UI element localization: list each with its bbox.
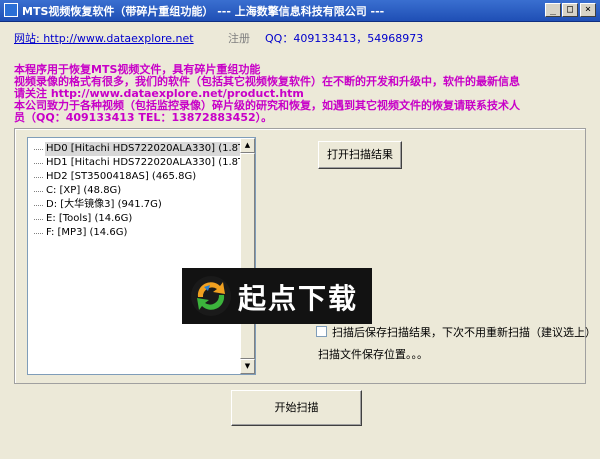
- open-scan-result-button[interactable]: 打开扫描结果: [318, 141, 402, 169]
- tree-item-hd1[interactable]: HD1 [Hitachi HDS722020ALA330] (1.8T): [28, 156, 248, 170]
- tree-connector: [34, 205, 43, 206]
- tree-item-f[interactable]: F: [MP3] (14.6G): [28, 226, 238, 240]
- tree-item-label: F: [MP3] (14.6G): [46, 227, 128, 238]
- tree-item-label: C: [XP] (48.8G): [46, 185, 122, 196]
- scroll-down-button[interactable]: ▼: [240, 359, 255, 374]
- watermark-arrows-icon: [191, 276, 231, 316]
- tree-item-label: D: [大华镜像3] (941.7G): [46, 199, 162, 210]
- drive-tree[interactable]: HD0 [Hitachi HDS722020ALA330] (1.8T) HD1…: [27, 137, 256, 375]
- tree-item-d[interactable]: D: [大华镜像3] (941.7G): [28, 198, 238, 212]
- tree-item-label: E: [Tools] (14.6G): [46, 213, 133, 224]
- app-icon: [4, 3, 18, 17]
- maximize-button[interactable]: □: [562, 3, 578, 17]
- qq-contact: QQ：409133413，54968973: [265, 32, 424, 45]
- tree-item-hd0[interactable]: HD0 [Hitachi HDS722020ALA330] (1.8T): [28, 142, 250, 156]
- title-bar[interactable]: MTS视频恢复软件（带碎片重组功能） --- 上海数擎信息科技有限公司 --- …: [0, 0, 600, 22]
- website-link[interactable]: 网站: http://www.dataexplore.net: [14, 30, 194, 46]
- watermark-logo: 起点下载: [182, 268, 372, 324]
- tree-item-hd2[interactable]: HD2 [ST3500418AS] (465.8G): [28, 170, 238, 184]
- tree-scrollbar[interactable]: ▲ ▼: [240, 138, 255, 374]
- description-text: 本程序用于恢复MTS视频文件，具有碎片重组功能 视频录像的格式有很多，我们的软件…: [14, 64, 589, 124]
- save-scan-result-label[interactable]: 扫描后保存扫描结果，下次不用重新扫描（建议选上）: [332, 324, 596, 340]
- tree-item-label: HD0 [Hitachi HDS722020ALA330] (1.8T): [45, 142, 250, 156]
- start-scan-button[interactable]: 开始扫描: [231, 390, 362, 426]
- scroll-up-button[interactable]: ▲: [240, 138, 255, 153]
- tree-item-label: HD2 [ST3500418AS] (465.8G): [46, 171, 197, 182]
- window-title: MTS视频恢复软件（带碎片重组功能） --- 上海数擎信息科技有限公司 ---: [22, 5, 385, 18]
- tree-connector: [34, 163, 43, 164]
- tree-connector: [34, 219, 43, 220]
- tree-connector: [34, 149, 43, 150]
- scan-file-path-label[interactable]: 扫描文件保存位置。。。: [318, 346, 428, 362]
- close-button[interactable]: ×: [580, 3, 596, 17]
- tree-connector: [34, 191, 43, 192]
- description-line: 员（QQ：409133413 TEL：13872883452）。: [14, 111, 273, 124]
- tree-item-e[interactable]: E: [Tools] (14.6G): [28, 212, 238, 226]
- tree-item-label: HD1 [Hitachi HDS722020ALA330] (1.8T): [46, 157, 249, 168]
- register-link[interactable]: 注册: [228, 30, 250, 46]
- save-scan-result-checkbox[interactable]: [316, 326, 327, 337]
- tree-item-c[interactable]: C: [XP] (48.8G): [28, 184, 238, 198]
- scroll-thumb[interactable]: [240, 153, 255, 359]
- watermark-text: 起点下载: [238, 282, 359, 315]
- minimize-button[interactable]: _: [545, 3, 561, 17]
- tree-connector: [34, 177, 43, 178]
- tree-connector: [34, 233, 43, 234]
